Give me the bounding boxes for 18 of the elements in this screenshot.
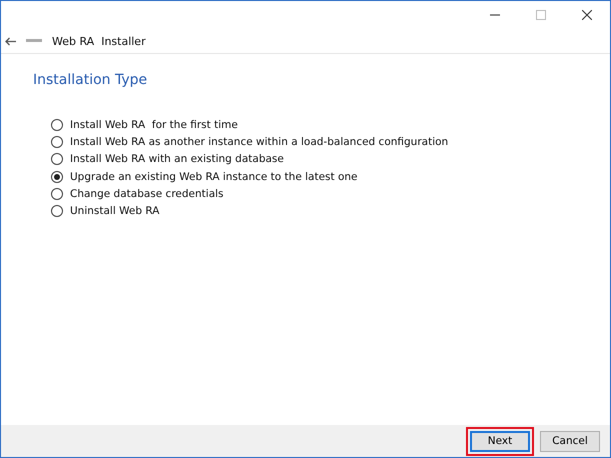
window-title: Web RA Installer — [52, 34, 146, 48]
dialog-button[interactable]: Cancel — [540, 430, 600, 452]
radio-option[interactable]: Install Web RA with an existing database — [51, 150, 610, 168]
radio-option[interactable]: Change database credentials — [51, 185, 610, 202]
radio-button[interactable] — [51, 205, 63, 218]
radio-button[interactable] — [51, 153, 63, 166]
dialog-button[interactable]: Next — [470, 430, 530, 452]
back-arrow-icon[interactable] — [5, 36, 16, 46]
radio-option[interactable]: Install Web RA as another instance within a load-balanced configuration — [51, 133, 610, 151]
radio-option[interactable]: Upgrade an existing Web RA instance to the latest one — [51, 168, 610, 186]
radio-button[interactable] — [51, 170, 63, 183]
radio-button[interactable] — [51, 136, 63, 148]
radio-button[interactable] — [51, 118, 63, 131]
radio-option[interactable]: Install Web RA for the first time — [51, 116, 610, 134]
radio-button[interactable] — [51, 188, 63, 200]
close-icon[interactable] — [582, 10, 592, 20]
radio-option[interactable]: Uninstall Web RA — [51, 202, 610, 220]
page-heading: Installation Type — [33, 72, 148, 88]
